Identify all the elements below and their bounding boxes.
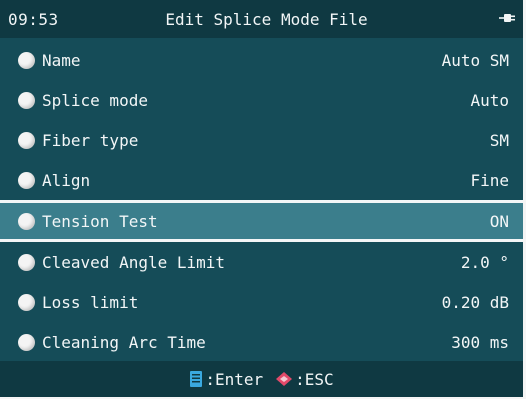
row-label: Tension Test (42, 211, 158, 231)
row-value: Auto (470, 90, 509, 110)
row-label: Align (42, 170, 91, 190)
row-value: 0.20 dB (441, 292, 509, 312)
bullet-icon (18, 131, 35, 149)
row-align[interactable]: Align Fine (0, 160, 523, 200)
row-value: SM (489, 130, 509, 150)
page-title: Edit Splice Mode File (165, 9, 368, 29)
bullet-icon (18, 91, 35, 109)
esc-hint[interactable]: :ESC (275, 370, 334, 389)
row-tension-test[interactable]: Tension Test ON (0, 200, 523, 242)
row-value: ON (489, 211, 509, 231)
esc-diamond-icon (276, 372, 293, 386)
row-splice-mode[interactable]: Splice mode Auto (0, 80, 523, 120)
row-loss-limit[interactable]: Loss limit 0.20 dB (0, 282, 523, 322)
clock: 09:53 (8, 9, 59, 29)
splice-mode-editor-screen: 09:53 Edit Splice Mode File Name Auto SM… (0, 0, 526, 399)
enter-label: :Enter (205, 369, 264, 389)
row-fiber-type[interactable]: Fiber type SM (0, 120, 523, 160)
bullet-icon (18, 212, 35, 230)
row-label: Cleaning Arc Time (42, 332, 206, 352)
row-cleaved-angle-limit[interactable]: Cleaved Angle Limit 2.0 ° (0, 242, 523, 282)
row-value: 2.0 ° (460, 252, 509, 272)
bullet-icon (18, 253, 35, 271)
settings-list: Name Auto SM Splice mode Auto Fiber type… (0, 40, 523, 362)
row-value: 300 ms (451, 332, 509, 352)
row-name[interactable]: Name Auto SM (0, 40, 523, 80)
row-label: Splice mode (42, 90, 148, 110)
plug-icon (499, 14, 515, 22)
row-cleaning-arc-time[interactable]: Cleaning Arc Time 300 ms (0, 322, 523, 362)
bullet-icon (18, 51, 35, 69)
enter-hint[interactable]: :Enter (189, 370, 263, 389)
bullet-icon (18, 293, 35, 311)
row-label: Loss limit (42, 292, 139, 312)
bullet-icon (18, 171, 35, 189)
bullet-icon (18, 333, 35, 351)
esc-label: :ESC (295, 369, 334, 389)
row-label: Cleaved Angle Limit (42, 252, 226, 272)
key-hint-bar: :Enter :ESC (0, 361, 523, 397)
row-value: Fine (470, 170, 509, 190)
row-label: Name (42, 50, 81, 70)
title-bar: 09:53 Edit Splice Mode File (0, 0, 523, 38)
enter-icon (190, 371, 203, 387)
row-label: Fiber type (42, 130, 139, 150)
row-value: Auto SM (441, 50, 509, 70)
